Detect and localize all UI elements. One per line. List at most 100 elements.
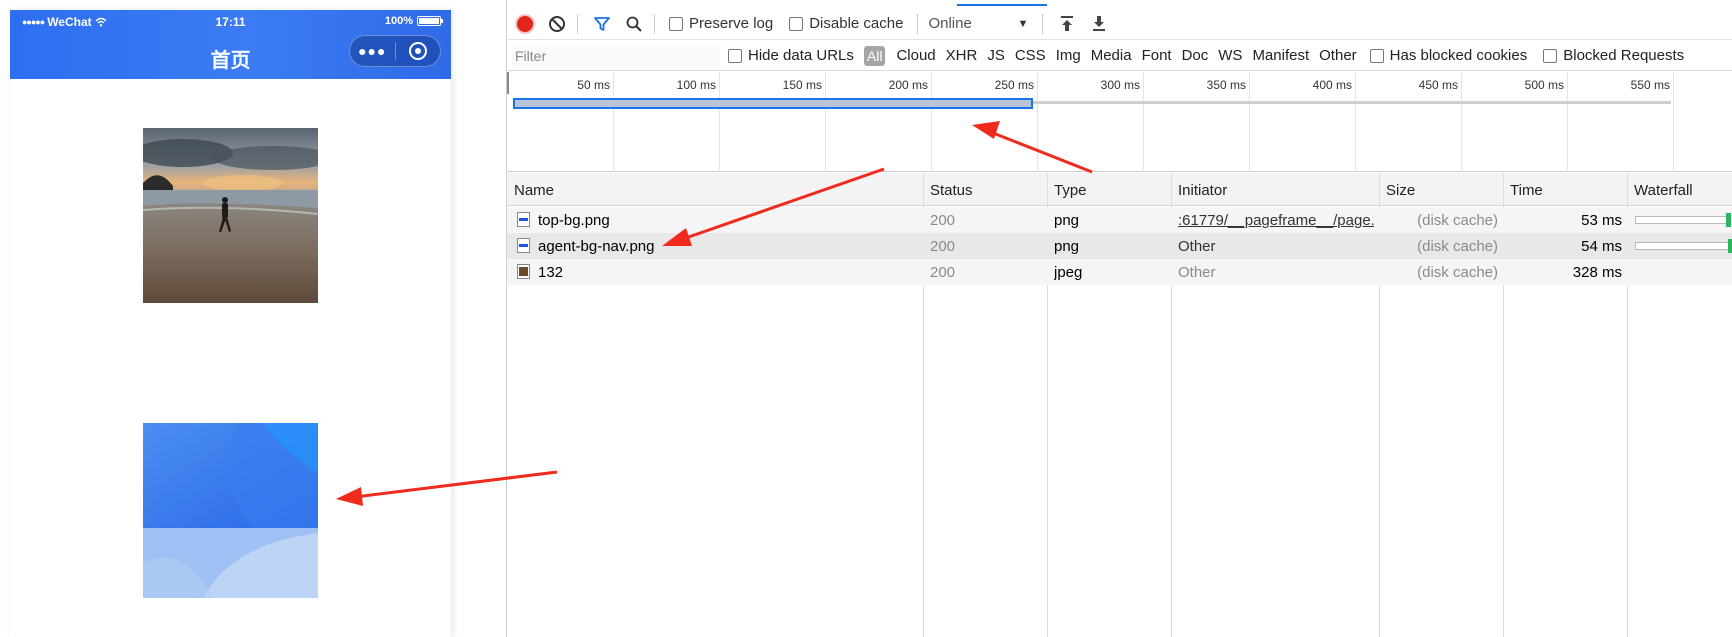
image-file-icon — [517, 264, 530, 279]
request-type: png — [1054, 212, 1080, 229]
preserve-log-checkbox[interactable]: Preserve log — [669, 15, 773, 32]
request-status: 200 — [930, 212, 956, 229]
hide-data-urls-checkbox[interactable]: Hide data URLs — [728, 47, 854, 64]
timeline-tick-label: 450 ms — [1418, 78, 1458, 92]
request-name: agent-bg-nav.png — [538, 238, 655, 255]
dropdown-caret-icon: ▼ — [1017, 17, 1029, 30]
type-filter-other[interactable]: Other — [1319, 47, 1357, 64]
request-type: jpeg — [1054, 264, 1083, 281]
waterfall-bar — [1635, 216, 1729, 224]
type-filter-ws[interactable]: WS — [1218, 47, 1242, 64]
request-status: 200 — [930, 238, 956, 255]
type-filter-font[interactable]: Font — [1142, 47, 1172, 64]
throttling-value: Online — [928, 15, 972, 32]
type-filter-media[interactable]: Media — [1091, 47, 1132, 64]
search-button[interactable] — [620, 10, 648, 38]
checkbox-box — [1369, 48, 1384, 63]
battery-icon — [417, 16, 443, 26]
request-name: top-bg.png — [538, 212, 610, 229]
filter-toggle-button[interactable] — [588, 10, 616, 38]
record-icon — [517, 15, 533, 32]
request-time: 53 ms — [1581, 212, 1622, 229]
type-filter-manifest[interactable]: Manifest — [1252, 47, 1309, 64]
request-name: 132 — [538, 264, 564, 281]
network-toolbar: Preserve log Disable cache Online ▼ — [507, 8, 1732, 40]
more-button[interactable]: ●●● — [350, 36, 395, 66]
requests-table: Name Status Type Initiator Size Time Wat… — [507, 173, 1732, 637]
export-har-button[interactable] — [1085, 10, 1113, 38]
has-blocked-cookies-checkbox[interactable]: Has blocked cookies — [1369, 47, 1527, 64]
checkbox-box — [1543, 48, 1558, 63]
column-header-time[interactable]: Time — [1510, 182, 1543, 199]
battery-percent: 100% — [384, 15, 413, 27]
timeline-tick-label: 350 ms — [1206, 78, 1246, 92]
timeline-tick-label: 150 ms — [782, 78, 822, 92]
png-file-icon — [517, 212, 530, 227]
request-initiator: Other — [1178, 238, 1216, 255]
type-filter-xhr[interactable]: XHR — [946, 47, 978, 64]
filter-bar: Filter Hide data URLs All Cloud XHR JS C… — [507, 41, 1732, 71]
throttling-select[interactable]: Online ▼ — [928, 15, 1028, 32]
status-bar: ●●●●● WeChat 17:11 100% — [10, 14, 451, 30]
type-filter-cloud[interactable]: Cloud — [896, 47, 935, 64]
column-header-size[interactable]: Size — [1386, 182, 1415, 199]
type-filter-all[interactable]: All — [863, 45, 886, 66]
timeline-tick-label: 50 ms — [577, 78, 610, 92]
column-header-waterfall[interactable]: Waterfall — [1634, 182, 1693, 199]
type-filter-js[interactable]: JS — [987, 47, 1005, 64]
table-row[interactable]: agent-bg-nav.png 200 png Other (disk cac… — [507, 233, 1732, 259]
waterfall-bar — [1635, 242, 1731, 250]
request-size: (disk cache) — [1417, 238, 1498, 255]
search-icon — [626, 16, 642, 32]
table-header: Name Status Type Initiator Size Time Wat… — [507, 173, 1732, 206]
timeline-tick-label: 300 ms — [1100, 78, 1140, 92]
type-filter-doc[interactable]: Doc — [1182, 47, 1209, 64]
timeline-tick-label: 500 ms — [1524, 78, 1564, 92]
request-initiator-link[interactable]: :61779/__pageframe__/page... — [1178, 212, 1374, 229]
more-dots-icon: ●●● — [358, 43, 387, 59]
type-filter-img[interactable]: Img — [1056, 47, 1081, 64]
close-mini-program-button[interactable] — [395, 36, 440, 66]
column-header-type[interactable]: Type — [1054, 182, 1087, 199]
filter-input[interactable]: Filter — [512, 43, 720, 68]
wechat-nav-header: ●●●●● WeChat 17:11 100% 首页 ●●● — [10, 10, 451, 79]
request-status: 200 — [930, 264, 956, 281]
png-file-icon — [517, 238, 530, 253]
request-time: 328 ms — [1572, 264, 1622, 281]
phone-simulator: ●●●●● WeChat 17:11 100% 首页 ●●● — [10, 10, 451, 637]
import-har-button[interactable] — [1053, 10, 1081, 38]
record-button[interactable] — [511, 10, 539, 38]
download-icon — [1093, 15, 1106, 31]
beach-photo — [143, 128, 318, 303]
active-tab-indicator — [957, 4, 1047, 6]
column-header-name[interactable]: Name — [514, 182, 554, 199]
request-size: (disk cache) — [1417, 212, 1498, 229]
request-time: 54 ms — [1581, 238, 1622, 255]
type-filter-css[interactable]: CSS — [1015, 47, 1046, 64]
timeline-overview[interactable]: 50 ms 100 ms 150 ms 200 ms 250 ms 300 ms… — [507, 72, 1732, 172]
funnel-icon — [594, 16, 610, 31]
disable-cache-checkbox[interactable]: Disable cache — [789, 15, 903, 32]
column-header-status[interactable]: Status — [930, 182, 973, 199]
request-size: (disk cache) — [1417, 264, 1498, 281]
clear-button[interactable] — [543, 10, 571, 38]
column-header-initiator[interactable]: Initiator — [1178, 182, 1227, 199]
timeline-tick-label: 100 ms — [676, 78, 716, 92]
agent-bg-nav-image — [143, 423, 318, 598]
blocked-requests-checkbox[interactable]: Blocked Requests — [1543, 47, 1684, 64]
upload-icon — [1061, 15, 1074, 31]
timeline-tick-label: 550 ms — [1630, 78, 1670, 92]
table-row[interactable]: 132 200 jpeg Other (disk cache) 328 ms — [507, 259, 1732, 285]
request-initiator: Other — [1178, 264, 1216, 281]
request-type: png — [1054, 238, 1080, 255]
mini-program-capsule: ●●● — [349, 35, 441, 67]
clear-icon — [549, 15, 565, 32]
checkbox-box — [789, 16, 804, 31]
timeline-tick-label: 250 ms — [994, 78, 1034, 92]
devtools-network-panel: Preserve log Disable cache Online ▼ Filt… — [506, 0, 1732, 637]
timeline-tick-label: 200 ms — [888, 78, 928, 92]
timeline-selection[interactable] — [513, 98, 1033, 109]
table-row[interactable]: top-bg.png 200 png :61779/__pageframe__/… — [507, 207, 1732, 233]
checkbox-box — [728, 48, 742, 63]
target-icon — [408, 42, 427, 60]
